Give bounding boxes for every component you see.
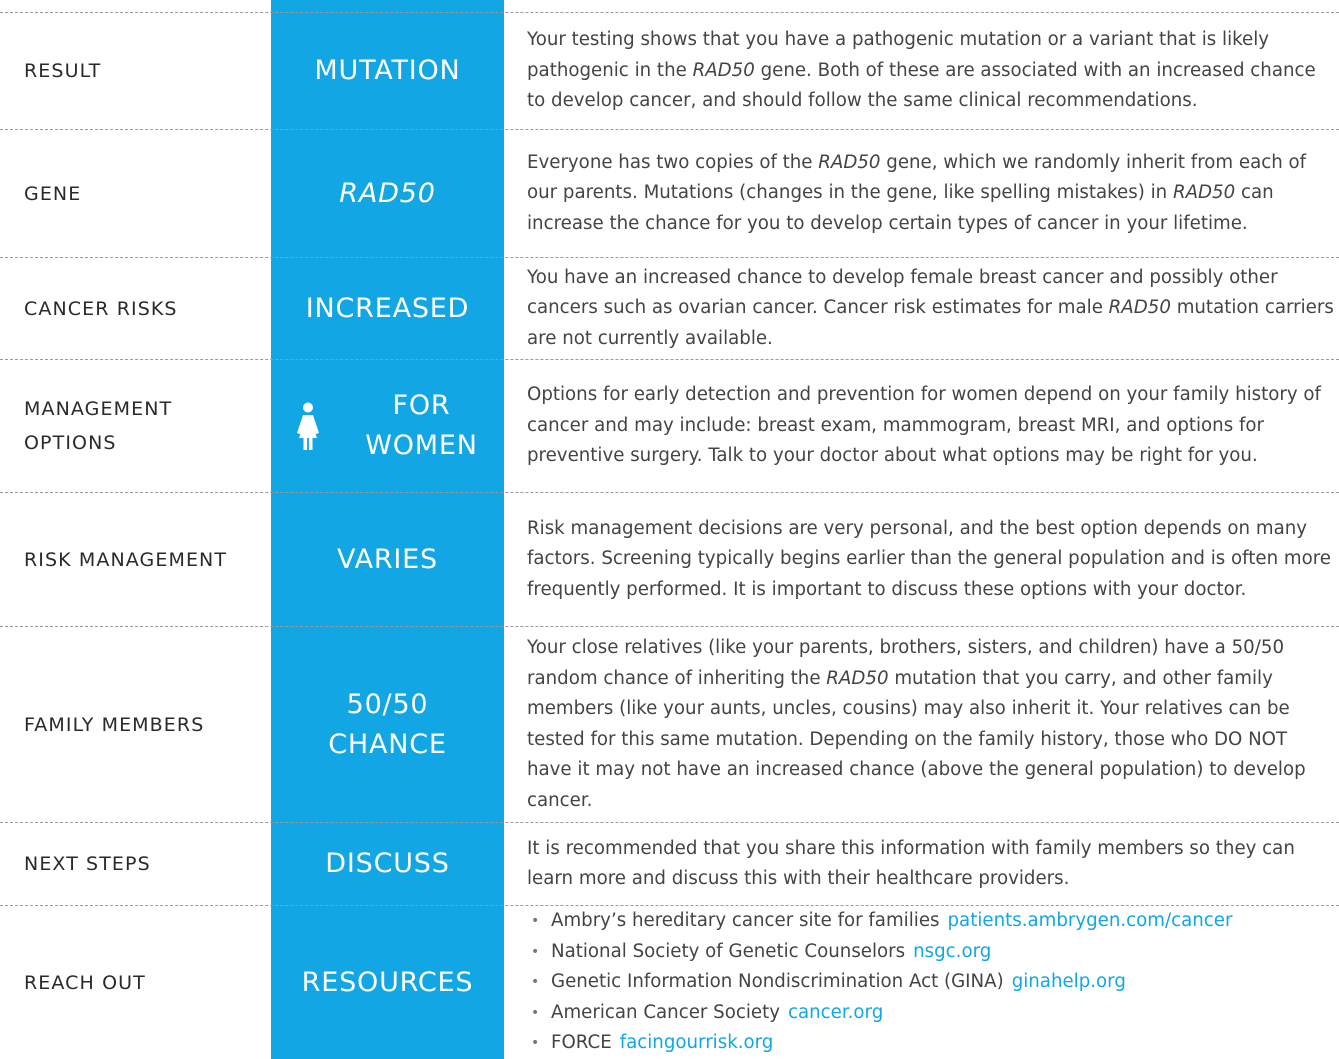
gene-name: RAD50 — [826, 667, 889, 689]
row-label-line: RISK MANAGEMENT — [24, 548, 228, 571]
row-cancer-risks: CANCER RISKS INCREASED You have an incre… — [0, 258, 1339, 359]
resource-text: Genetic Information Nondiscrimination Ac… — [551, 971, 1004, 993]
resource-text: National Society of Genetic Counselors — [551, 940, 906, 962]
woman-figure-icon — [297, 402, 347, 450]
row-gene: GENE RAD50 Everyone has two copies of th… — [0, 130, 1339, 257]
row-value: RESOURCES — [271, 906, 504, 1059]
row-value-text: FOR WOMEN — [347, 386, 478, 466]
desc-text: Options for early detection and preventi… — [527, 384, 1321, 467]
row-label-line: MANAGEMENT — [24, 398, 173, 420]
row-description: It is recommended that you share this in… — [527, 823, 1335, 905]
row-description: Everyone has two copies of the RAD50 gen… — [527, 130, 1335, 257]
row-label-line: GENE — [24, 182, 82, 205]
row-management-options: MANAGEMENT OPTIONS FOR WOMEN Options for… — [0, 360, 1339, 492]
row-value: 50/50 CHANCE — [271, 627, 504, 822]
desc-text: Risk management decisions are very perso… — [527, 517, 1331, 600]
resource-link[interactable]: facingourrisk.org — [620, 1032, 774, 1053]
row-value-line: INCREASED — [305, 292, 470, 324]
row-label: CANCER RISKS — [24, 258, 264, 359]
resource-list: Ambry’s hereditary cancer site for famil… — [527, 906, 1232, 1059]
row-label-line: REACH OUT — [24, 971, 146, 994]
row-label: FAMILY MEMBERS — [24, 627, 264, 822]
row-value: MUTATION — [271, 13, 504, 129]
row-value-line: DISCUSS — [325, 848, 450, 879]
row-value-line: RESOURCES — [301, 966, 474, 998]
row-value-line: CHANCE — [328, 728, 447, 760]
resource-link[interactable]: cancer.org — [788, 1002, 883, 1023]
row-value-line: WOMEN — [365, 430, 478, 461]
desc-text: It is recommended that you share this in… — [527, 837, 1295, 890]
row-value: RAD50 — [271, 130, 504, 257]
row-label-line: NEXT STEPS — [24, 853, 151, 875]
gene-name: RAD50 — [692, 59, 755, 81]
row-value: DISCUSS — [271, 823, 504, 905]
row-label: MANAGEMENT OPTIONS — [24, 360, 264, 492]
resource-item: American Cancer Society cancer.org — [527, 998, 1232, 1029]
row-label-line: FAMILY MEMBERS — [24, 713, 205, 736]
resource-item: Ambry’s hereditary cancer site for famil… — [527, 906, 1232, 937]
resource-text: FORCE — [551, 1032, 612, 1054]
resource-link[interactable]: ginahelp.org — [1012, 971, 1126, 992]
resource-text: Ambry’s hereditary cancer site for famil… — [551, 910, 940, 932]
resource-text: American Cancer Society — [551, 1001, 780, 1023]
row-value: VARIES — [271, 493, 504, 626]
row-label: REACH OUT — [24, 906, 264, 1059]
gene-name: RAD50 — [1108, 297, 1171, 319]
row-family-members: FAMILY MEMBERS 50/50 CHANCE Your close r… — [0, 627, 1339, 822]
row-label: NEXT STEPS — [24, 823, 264, 905]
row-value-line: RAD50 — [339, 177, 436, 209]
row-reach-out: REACH OUT RESOURCES Ambry’s hereditary c… — [0, 906, 1339, 1059]
row-label-line: OPTIONS — [24, 432, 117, 454]
row-label: GENE — [24, 130, 264, 257]
resource-item: National Society of Genetic Counselors ns… — [527, 937, 1232, 968]
row-result: RESULT MUTATION Your testing shows that … — [0, 13, 1339, 129]
resource-link[interactable]: patients.ambrygen.com/cancer — [948, 910, 1233, 931]
row-label: RISK MANAGEMENT — [24, 493, 264, 626]
row-value-line: 50/50 — [346, 688, 429, 720]
row-label-line: CANCER RISKS — [24, 297, 178, 320]
results-summary-table: RESULT MUTATION Your testing shows that … — [0, 0, 1339, 1059]
desc-text: Everyone has two copies of the — [527, 151, 819, 173]
resource-item: Genetic Information Nondiscrimination Ac… — [527, 967, 1232, 998]
row-next-steps: NEXT STEPS DISCUSS It is recommended tha… — [0, 823, 1339, 905]
row-value-line: FOR — [392, 390, 451, 421]
row-label-line: RESULT — [24, 60, 102, 82]
row-value: FOR WOMEN — [271, 360, 504, 492]
row-description: Your testing shows that you have a patho… — [527, 13, 1335, 129]
resource-item: FORCE facingourrisk.org — [527, 1028, 1232, 1059]
resource-link[interactable]: nsgc.org — [913, 941, 991, 962]
row-description: Options for early detection and preventi… — [527, 360, 1335, 492]
row-description: Your close relatives (like your parents,… — [527, 627, 1335, 822]
row-value-line: VARIES — [337, 543, 438, 575]
row-value: INCREASED — [271, 258, 504, 359]
row-value-line: MUTATION — [314, 55, 461, 86]
row-risk-management: RISK MANAGEMENT VARIES Risk management d… — [0, 493, 1339, 626]
row-label: RESULT — [24, 13, 264, 129]
gene-name: RAD50 — [1172, 182, 1236, 204]
row-description: Risk management decisions are very perso… — [527, 493, 1335, 626]
gene-name: RAD50 — [818, 151, 881, 173]
row-description: Ambry’s hereditary cancer site for famil… — [527, 906, 1335, 1059]
row-description: You have an increased chance to develop … — [527, 258, 1335, 359]
